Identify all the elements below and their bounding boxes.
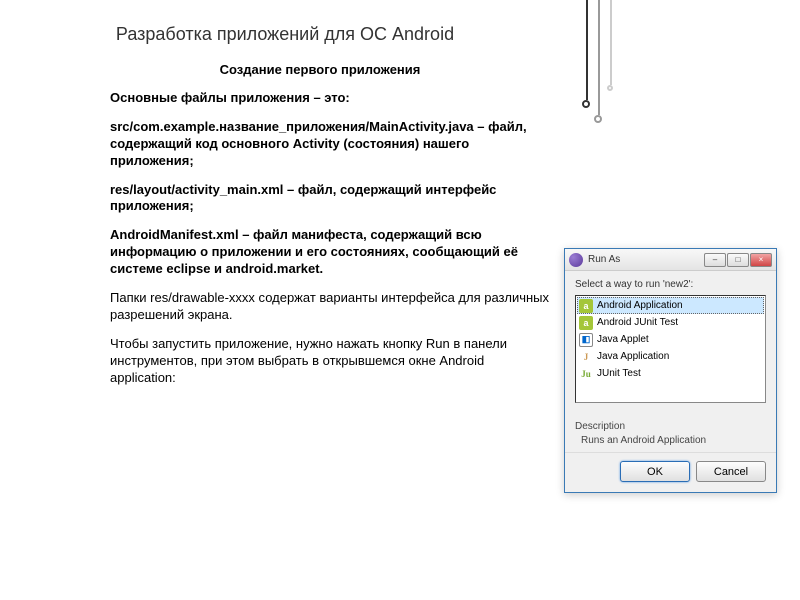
description-text: Runs an Android Application xyxy=(575,435,766,446)
list-item[interactable]: Ju JUnit Test xyxy=(577,365,764,382)
ok-button[interactable]: OK xyxy=(620,461,690,482)
cancel-button[interactable]: Cancel xyxy=(696,461,766,482)
close-button[interactable]: × xyxy=(750,253,772,267)
titlebar[interactable]: Run As – □ × xyxy=(565,249,776,271)
paragraph-layout: res/layout/activity_main.xml – файл, сод… xyxy=(110,182,550,216)
run-config-icon: J xyxy=(579,350,593,364)
list-item-label: Android JUnit Test xyxy=(597,317,678,328)
subtitle: Создание первого приложения xyxy=(110,62,530,77)
run-config-icon: a xyxy=(579,316,593,330)
list-item[interactable]: J Java Application xyxy=(577,348,764,365)
body-text: Основные файлы приложения – это: src/com… xyxy=(110,90,550,398)
paragraph-mainactivity: src/com.example.название_приложения/Main… xyxy=(110,119,550,170)
run-config-icon: Ju xyxy=(579,367,593,381)
list-item[interactable]: a Android JUnit Test xyxy=(577,314,764,331)
list-item[interactable]: a Android Application xyxy=(577,297,764,314)
minimize-button[interactable]: – xyxy=(704,253,726,267)
paragraph-intro: Основные файлы приложения – это: xyxy=(110,90,550,107)
runas-dialog: Run As – □ × Select a way to run 'new2':… xyxy=(564,248,777,493)
decorative-lines xyxy=(586,0,614,120)
paragraph-manifest: AndroidManifest.xml – файл манифеста, со… xyxy=(110,227,550,278)
eclipse-icon xyxy=(569,253,583,267)
run-config-listbox[interactable]: a Android Application a Android JUnit Test ◧… xyxy=(575,295,766,403)
dialog-title: Run As xyxy=(588,254,704,265)
run-config-icon: ◧ xyxy=(579,333,593,347)
paragraph-drawable: Папки res/drawable-xxxx содержат вариант… xyxy=(110,290,550,324)
list-item-label: Android Application xyxy=(597,300,683,311)
list-item-label: JUnit Test xyxy=(597,368,641,379)
description-label: Description xyxy=(575,421,766,432)
list-item-label: Java Application xyxy=(597,351,669,362)
page-title: Разработка приложений для ОС Android xyxy=(0,24,570,45)
paragraph-run: Чтобы запустить приложение, нужно нажать… xyxy=(110,336,550,387)
run-config-icon: a xyxy=(579,299,593,313)
list-item[interactable]: ◧ Java Applet xyxy=(577,331,764,348)
list-item-label: Java Applet xyxy=(597,334,649,345)
maximize-button[interactable]: □ xyxy=(727,253,749,267)
dialog-prompt: Select a way to run 'new2': xyxy=(575,279,766,290)
